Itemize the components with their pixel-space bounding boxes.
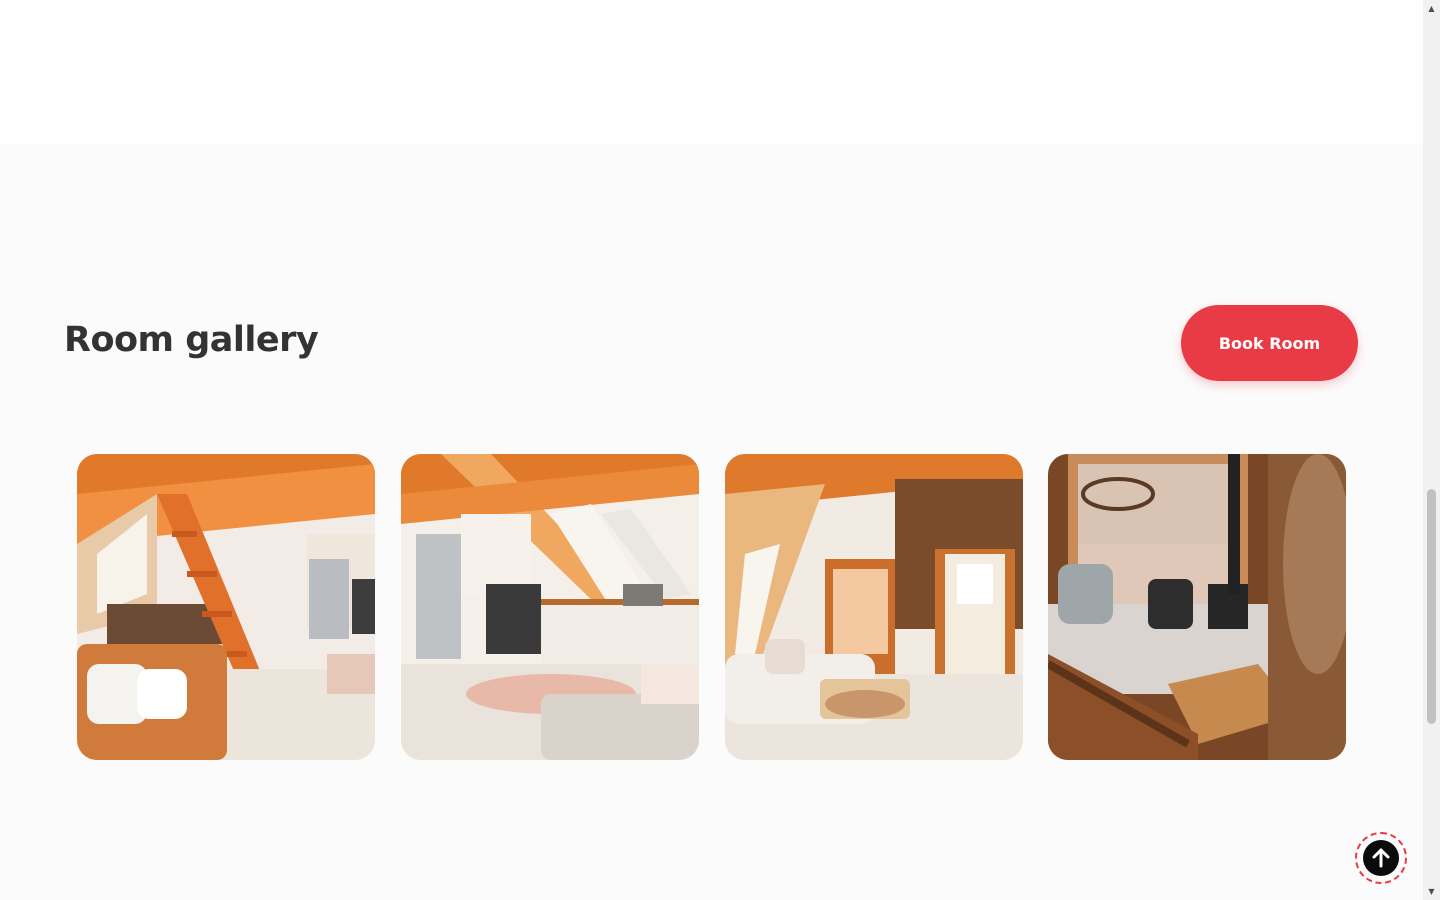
scroll-thumb[interactable] [1427, 489, 1436, 724]
page: Room gallery Book Room [0, 0, 1423, 900]
back-to-top-circle [1363, 840, 1399, 876]
gallery-image-living-room[interactable] [725, 454, 1023, 760]
gallery-image-lounge[interactable] [1048, 454, 1346, 760]
page-scrollbar[interactable]: ▲ ▼ [1423, 0, 1440, 900]
back-to-top-button[interactable] [1355, 832, 1407, 884]
top-section [0, 0, 1423, 144]
section-title: Room gallery [64, 320, 319, 360]
gallery-image-loft[interactable] [77, 454, 375, 760]
arrow-up-icon [1372, 848, 1390, 868]
book-room-button[interactable]: Book Room [1181, 305, 1358, 381]
scroll-up-arrow-icon[interactable]: ▲ [1423, 0, 1440, 17]
scroll-down-arrow-icon[interactable]: ▼ [1423, 883, 1440, 900]
gallery-image-kitchen[interactable] [401, 454, 699, 760]
